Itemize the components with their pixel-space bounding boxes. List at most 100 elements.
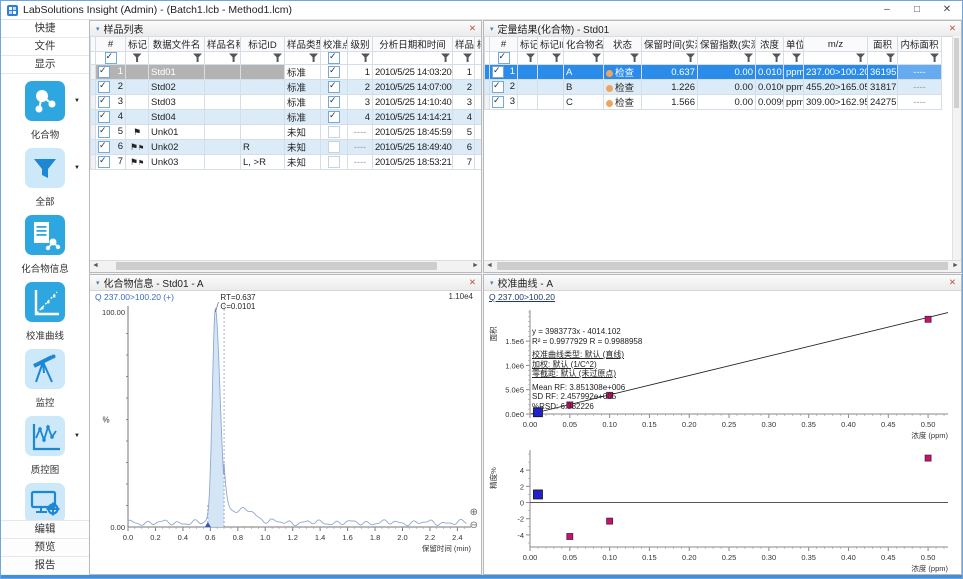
checkbox[interactable] [328, 156, 340, 168]
filter-icon[interactable] [886, 53, 895, 62]
dropdown-arrow-icon[interactable]: ▼ [74, 98, 80, 104]
table-row[interactable]: 4Std04标准42010/5/25 14:14:2141 [91, 110, 482, 125]
column-header[interactable]: 数据文件名 [149, 37, 205, 52]
checkbox[interactable] [98, 126, 110, 138]
scrollbar-thumb[interactable] [116, 262, 437, 270]
sample-list-hscrollbar[interactable]: ◄ ► [90, 260, 481, 272]
calibration-setting-link[interactable]: 零截距: 默认 (未过原点) [532, 369, 642, 379]
panel-close-icon[interactable]: ✕ [469, 277, 476, 288]
column-header[interactable]: 标记 [518, 37, 538, 52]
calibration-setting-link[interactable]: 加权: 默认 (1/C^2) [532, 360, 642, 370]
data-point[interactable] [567, 533, 573, 539]
filter-icon[interactable] [526, 53, 535, 62]
filter-icon[interactable] [592, 53, 601, 62]
checkbox[interactable] [328, 96, 340, 108]
checkbox[interactable] [328, 81, 340, 93]
checkbox[interactable] [105, 52, 117, 64]
sidebar-nav-bottom-0[interactable]: 编辑 [1, 520, 89, 538]
table-row[interactable]: 2Std02标准22010/5/25 14:07:0021 [91, 80, 482, 95]
sidebar-tool-化合物信息[interactable]: 化合物信息 [1, 215, 89, 275]
data-point[interactable] [925, 455, 931, 461]
checkbox[interactable] [328, 126, 340, 138]
collapse-icon[interactable]: ▾ [490, 279, 494, 287]
column-header[interactable]: 保留时间(实测) [642, 37, 698, 52]
column-header[interactable]: 标记ID [241, 37, 285, 52]
column-header[interactable]: # [96, 37, 126, 52]
filter-icon[interactable] [930, 53, 939, 62]
table-row[interactable]: 3Std03标准32010/5/25 14:10:4031 [91, 95, 482, 110]
filter-icon[interactable] [441, 53, 450, 62]
checkbox[interactable] [498, 52, 510, 64]
column-header[interactable]: 浓度 [756, 37, 784, 52]
table-row[interactable]: 2B检查1.2260.000.0100ppm455.20>165.0531817… [485, 80, 942, 95]
column-header[interactable]: 校准点 [321, 37, 348, 52]
checkbox[interactable] [98, 156, 110, 168]
filter-icon[interactable] [229, 53, 238, 62]
filter-icon[interactable] [309, 53, 318, 62]
column-header[interactable]: # [490, 37, 518, 52]
sidebar-nav-2[interactable]: 显示 [1, 56, 89, 74]
sidebar-nav-bottom-1[interactable]: 预览 [1, 538, 89, 556]
column-header[interactable]: 标记ID [538, 37, 564, 52]
filter-icon[interactable] [193, 53, 202, 62]
residuals-plot[interactable]: -4-20240.000.050.100.150.200.250.300.350… [484, 444, 961, 574]
zoom-in-icon[interactable]: ⊕ [470, 508, 478, 518]
quant-hscrollbar[interactable]: ◄ ► [484, 260, 961, 272]
zoom-out-icon[interactable]: ⊖ [470, 521, 478, 531]
filter-icon[interactable] [273, 53, 282, 62]
column-header[interactable]: 保留指数(实测) [698, 37, 756, 52]
filter-icon[interactable] [630, 53, 639, 62]
scroll-left-arrow[interactable]: ◄ [90, 261, 101, 271]
data-point[interactable] [607, 518, 613, 524]
data-point[interactable] [925, 316, 931, 322]
dropdown-arrow-icon[interactable]: ▼ [74, 433, 80, 439]
sidebar-tool-全部[interactable]: ▼全部 [1, 148, 89, 208]
column-header[interactable]: 样品名称 [205, 37, 241, 52]
checkbox[interactable] [492, 96, 504, 108]
checkbox[interactable] [98, 66, 110, 78]
close-button[interactable]: ✕ [932, 1, 962, 19]
filter-icon[interactable] [744, 53, 753, 62]
scroll-left-arrow[interactable]: ◄ [484, 261, 495, 271]
filter-icon[interactable] [792, 53, 801, 62]
table-row[interactable]: 5⚑Unk01未知----2010/5/25 18:45:5951 [91, 125, 482, 140]
maximize-button[interactable]: □ [902, 1, 932, 19]
table-row[interactable]: 3C检查1.5660.000.0099ppm309.00>162.9524275… [485, 95, 942, 110]
sidebar-tool-质控图[interactable]: ▼质控图 [1, 416, 89, 476]
sidebar-tool-设置[interactable]: 设置 [1, 483, 89, 520]
column-header[interactable]: m/z [804, 37, 868, 52]
sidebar-tool-化合物[interactable]: ▼化合物 [1, 81, 89, 141]
panel-close-icon[interactable]: ✕ [949, 277, 956, 288]
table-row[interactable]: 6⚑⚑Unk02R未知----2010/5/25 18:49:4061 [91, 140, 482, 155]
chromatogram-plot[interactable]: 0.00.20.40.60.81.01.21.41.61.82.02.22.41… [90, 290, 481, 574]
filter-icon[interactable] [133, 53, 142, 62]
data-point-selected[interactable] [533, 490, 542, 499]
column-header[interactable]: 化合物名称 [564, 37, 604, 52]
checkbox[interactable] [98, 141, 110, 153]
scrollbar-thumb[interactable] [954, 38, 959, 108]
column-header[interactable]: 样品瓶 [453, 37, 475, 52]
filter-icon[interactable] [361, 53, 370, 62]
calibration-setting-link[interactable]: 校准曲线类型: 默认 (直线) [532, 350, 642, 360]
minimize-button[interactable]: – [872, 1, 902, 19]
checkbox[interactable] [98, 111, 110, 123]
panel-close-icon[interactable]: ✕ [469, 23, 476, 34]
column-header[interactable]: 样品号 [475, 37, 482, 52]
column-header[interactable]: 单位 [784, 37, 804, 52]
checkbox[interactable] [328, 52, 340, 64]
column-header[interactable]: 面积 [868, 37, 898, 52]
column-header[interactable]: 级别 [348, 37, 373, 52]
filter-icon[interactable] [686, 53, 695, 62]
sidebar-nav-1[interactable]: 文件 [1, 38, 89, 56]
collapse-icon[interactable]: ▾ [490, 25, 494, 33]
table-row[interactable]: 1Std01标准12010/5/25 14:03:2011 [91, 65, 482, 80]
sidebar-nav-0[interactable]: 快捷 [1, 20, 89, 38]
sidebar-tool-监控[interactable]: 监控 [1, 349, 89, 409]
filter-icon[interactable] [463, 53, 472, 62]
table-row[interactable]: 1A检查0.6370.000.0101ppm237.00>100.2036195… [485, 65, 942, 80]
dropdown-arrow-icon[interactable]: ▼ [74, 165, 80, 171]
sidebar-nav-bottom-2[interactable]: 报告 [1, 556, 89, 574]
collapse-icon[interactable]: ▾ [96, 279, 100, 287]
checkbox[interactable] [98, 96, 110, 108]
filter-icon[interactable] [856, 53, 865, 62]
